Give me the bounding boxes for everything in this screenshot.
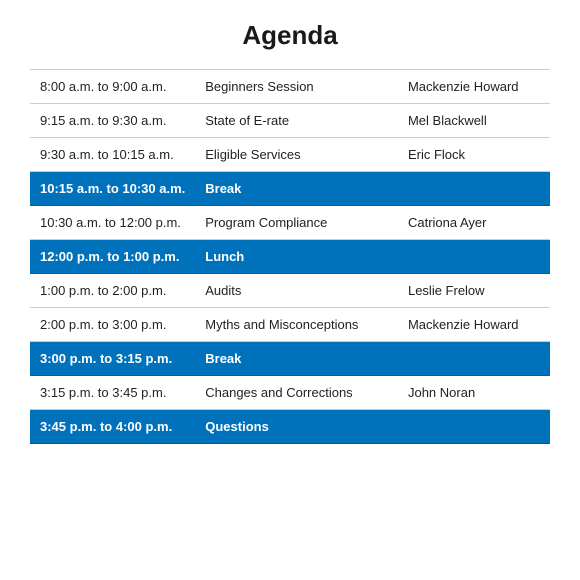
table-row: 2:00 p.m. to 3:00 p.m.Myths and Misconce… xyxy=(30,308,550,342)
time-cell: 3:15 p.m. to 3:45 p.m. xyxy=(30,376,195,410)
table-row: 12:00 p.m. to 1:00 p.m.Lunch xyxy=(30,240,550,274)
session-cell: Myths and Misconceptions xyxy=(195,308,398,342)
speaker-cell: John Noran xyxy=(398,376,550,410)
agenda-table: 8:00 a.m. to 9:00 a.m.Beginners SessionM… xyxy=(30,69,550,444)
table-row: 9:30 a.m. to 10:15 a.m.Eligible Services… xyxy=(30,138,550,172)
session-cell: Lunch xyxy=(195,240,398,274)
page: Agenda 8:00 a.m. to 9:00 a.m.Beginners S… xyxy=(0,0,580,580)
speaker-cell: Mel Blackwell xyxy=(398,104,550,138)
table-row: 1:00 p.m. to 2:00 p.m.AuditsLeslie Frelo… xyxy=(30,274,550,308)
time-cell: 10:15 a.m. to 10:30 a.m. xyxy=(30,172,195,206)
table-row: 10:15 a.m. to 10:30 a.m.Break xyxy=(30,172,550,206)
speaker-cell: Mackenzie Howard xyxy=(398,70,550,104)
speaker-cell: Catriona Ayer xyxy=(398,206,550,240)
table-row: 10:30 a.m. to 12:00 p.m.Program Complian… xyxy=(30,206,550,240)
table-row: 9:15 a.m. to 9:30 a.m.State of E-rateMel… xyxy=(30,104,550,138)
session-cell: Questions xyxy=(195,410,398,444)
time-cell: 1:00 p.m. to 2:00 p.m. xyxy=(30,274,195,308)
table-row: 3:15 p.m. to 3:45 p.m.Changes and Correc… xyxy=(30,376,550,410)
time-cell: 10:30 a.m. to 12:00 p.m. xyxy=(30,206,195,240)
session-cell: Audits xyxy=(195,274,398,308)
session-cell: Beginners Session xyxy=(195,70,398,104)
table-row: 3:00 p.m. to 3:15 p.m.Break xyxy=(30,342,550,376)
time-cell: 9:15 a.m. to 9:30 a.m. xyxy=(30,104,195,138)
session-cell: State of E-rate xyxy=(195,104,398,138)
table-row: 3:45 p.m. to 4:00 p.m.Questions xyxy=(30,410,550,444)
session-cell: Eligible Services xyxy=(195,138,398,172)
speaker-cell: Leslie Frelow xyxy=(398,274,550,308)
speaker-cell xyxy=(398,410,550,444)
speaker-cell: Mackenzie Howard xyxy=(398,308,550,342)
speaker-cell xyxy=(398,240,550,274)
time-cell: 2:00 p.m. to 3:00 p.m. xyxy=(30,308,195,342)
session-cell: Break xyxy=(195,342,398,376)
speaker-cell xyxy=(398,172,550,206)
time-cell: 9:30 a.m. to 10:15 a.m. xyxy=(30,138,195,172)
time-cell: 3:00 p.m. to 3:15 p.m. xyxy=(30,342,195,376)
session-cell: Break xyxy=(195,172,398,206)
page-title: Agenda xyxy=(30,20,550,51)
session-cell: Program Compliance xyxy=(195,206,398,240)
time-cell: 12:00 p.m. to 1:00 p.m. xyxy=(30,240,195,274)
table-row: 8:00 a.m. to 9:00 a.m.Beginners SessionM… xyxy=(30,70,550,104)
time-cell: 3:45 p.m. to 4:00 p.m. xyxy=(30,410,195,444)
speaker-cell xyxy=(398,342,550,376)
speaker-cell: Eric Flock xyxy=(398,138,550,172)
time-cell: 8:00 a.m. to 9:00 a.m. xyxy=(30,70,195,104)
session-cell: Changes and Corrections xyxy=(195,376,398,410)
